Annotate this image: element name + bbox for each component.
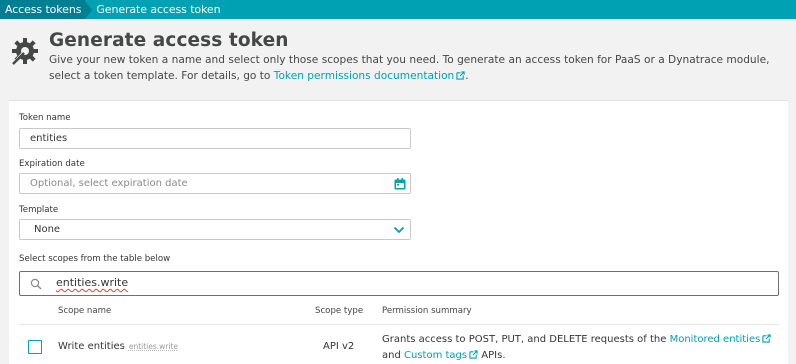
column-header-scope-name: Scope name [58, 306, 112, 316]
permission-summary: Grants access to POST, PUT, and DELETE r… [382, 332, 777, 363]
external-link-icon [469, 349, 478, 359]
template-selected-value: None [34, 224, 61, 235]
monitored-entities-link[interactable]: Monitored entities [670, 334, 761, 345]
page-description: Give your new token a name and select on… [49, 53, 784, 84]
gear-tool-icon [12, 38, 38, 65]
breadcrumb-current: Generate access token [96, 3, 221, 16]
scope-id: entities.write [128, 342, 179, 351]
description-end: . [465, 69, 469, 82]
search-icon [30, 278, 42, 290]
breadcrumb: Access tokens Generate access token [0, 0, 796, 19]
token-name-input[interactable]: entities [19, 128, 411, 149]
scope-search-value: entities.write [56, 276, 129, 289]
permission-text: Grants access to POST, PUT, and DELETE r… [382, 334, 670, 345]
template-select[interactable]: None [19, 219, 411, 240]
expiration-date-input[interactable]: Optional, select expiration date [19, 173, 411, 194]
expiration-date-placeholder: Optional, select expiration date [30, 178, 188, 189]
custom-tags-link[interactable]: Custom tags [404, 350, 467, 361]
permission-end: APIs. [478, 349, 506, 361]
expiration-date-label: Expiration date [19, 159, 85, 169]
calendar-icon[interactable] [394, 178, 406, 190]
scope-checkbox-write-entities[interactable] [28, 340, 42, 354]
token-permissions-doc-link[interactable]: Token permissions documentation [274, 70, 454, 82]
table-row-scope-name: Write entities entities.write [58, 341, 178, 352]
chevron-down-icon [393, 226, 405, 234]
token-name-label: Token name [19, 113, 71, 123]
column-header-scope-type: Scope type [315, 306, 364, 316]
external-link-icon [762, 334, 771, 343]
page-title: Generate access token [49, 30, 289, 51]
column-header-permission-summary: Permission summary [382, 306, 472, 316]
external-link-icon [456, 70, 465, 80]
scope-search-input[interactable]: entities.write [19, 271, 779, 296]
breadcrumb-separator [85, 0, 93, 19]
scope-type: API v2 [323, 341, 355, 352]
permission-and: and [382, 349, 404, 361]
token-name-value: entities [30, 133, 68, 144]
scope-name: Write entities [58, 341, 125, 352]
table-divider [19, 324, 779, 325]
breadcrumb-access-tokens[interactable]: Access tokens [0, 0, 86, 19]
template-label: Template [19, 205, 59, 215]
scopes-label: Select scopes from the table below [19, 254, 171, 264]
